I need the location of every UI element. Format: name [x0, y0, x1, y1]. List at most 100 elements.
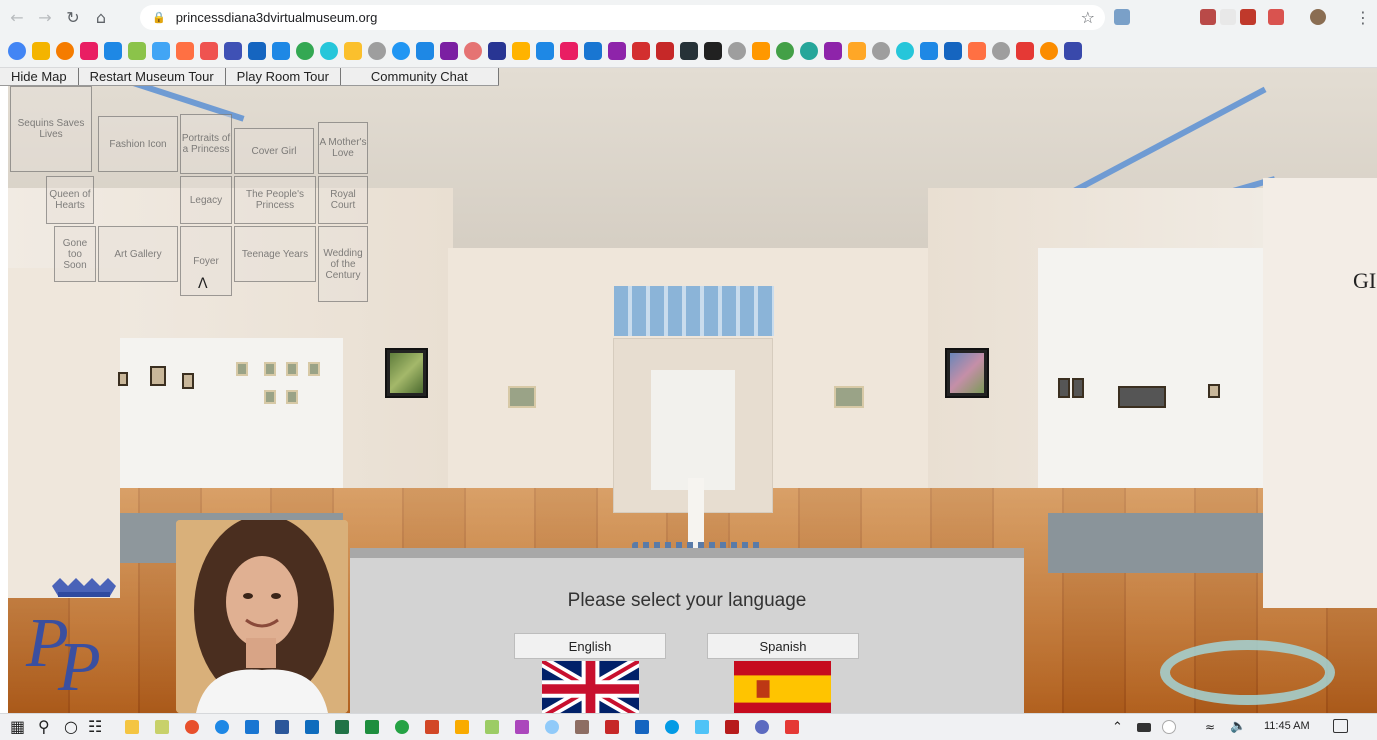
video-screen[interactable] [945, 348, 989, 398]
map-room-queen-of-hearts[interactable]: Queen of Hearts [46, 176, 94, 224]
bookmark-icon[interactable] [224, 41, 242, 60]
app-icon[interactable] [695, 720, 709, 734]
bookmark-icon[interactable] [680, 41, 698, 60]
bookmark-icon[interactable] [128, 41, 146, 60]
app-icon[interactable] [455, 720, 469, 734]
photo-frame[interactable] [1058, 378, 1070, 398]
notifications-icon[interactable] [1333, 719, 1348, 733]
painting[interactable] [308, 362, 320, 376]
bookmark-icon[interactable] [440, 41, 458, 60]
extension-icon[interactable] [1240, 9, 1256, 25]
bookmark-icon[interactable] [632, 41, 650, 60]
bookmark-icon[interactable] [392, 41, 410, 60]
wifi-icon[interactable]: ≈ [1205, 720, 1215, 734]
painting[interactable] [264, 362, 276, 376]
map-room-peoples-princess[interactable]: The People's Princess [234, 176, 316, 224]
more-menu-icon[interactable]: ⋮ [1352, 6, 1374, 28]
cortana-icon[interactable]: ○ [64, 717, 78, 736]
english-button[interactable]: English [514, 633, 666, 659]
bookmark-icon[interactable] [776, 41, 794, 60]
map-room-portraits[interactable]: Portraits of a Princess [180, 114, 232, 174]
map-room-legacy[interactable]: Legacy [180, 176, 232, 224]
bookmark-icon[interactable] [176, 41, 194, 60]
teleport-ring[interactable] [1160, 640, 1335, 705]
painting[interactable] [118, 372, 128, 386]
bookmark-icon[interactable] [968, 41, 986, 60]
map-room-sequins[interactable]: Sequins Saves Lives [10, 86, 92, 172]
museum-map[interactable]: Sequins Saves Lives Fashion Icon Portrai… [10, 86, 370, 306]
community-chat-button[interactable]: Community Chat [340, 68, 499, 85]
bookmark-icon[interactable] [416, 41, 434, 60]
video-screen[interactable] [385, 348, 428, 398]
bookmark-icon[interactable] [800, 41, 818, 60]
bookmark-icon[interactable] [200, 41, 218, 60]
map-room-fashion-icon[interactable]: Fashion Icon [98, 116, 178, 172]
map-room-mothers-love[interactable]: A Mother's Love [318, 122, 368, 174]
bookmark-icon[interactable] [1040, 41, 1058, 60]
app-icon[interactable] [725, 720, 739, 734]
photo-frame[interactable] [1072, 378, 1084, 398]
bookmark-icon[interactable] [560, 41, 578, 60]
bookmark-icon[interactable] [464, 41, 482, 60]
bookmark-icon[interactable] [368, 41, 386, 60]
map-room-wedding[interactable]: Wedding of the Century [318, 226, 368, 302]
painting[interactable] [236, 362, 248, 376]
bookmark-icon[interactable] [704, 41, 722, 60]
map-room-teenage-years[interactable]: Teenage Years [234, 226, 316, 282]
bookmark-icon[interactable] [920, 41, 938, 60]
bookmark-icon[interactable] [896, 41, 914, 60]
bookmark-icon[interactable] [848, 41, 866, 60]
uk-flag-icon[interactable] [542, 661, 639, 717]
bookmark-icon[interactable] [728, 41, 746, 60]
cloud-icon[interactable] [1162, 720, 1176, 734]
map-room-royal-court[interactable]: Royal Court [318, 176, 368, 224]
bookmark-icon[interactable] [584, 41, 602, 60]
painting[interactable] [182, 373, 194, 389]
bookmark-icon[interactable] [872, 41, 890, 60]
bookmark-icon[interactable] [608, 41, 626, 60]
forward-arrow-icon[interactable]: → [34, 6, 56, 28]
bookmark-icon[interactable] [1064, 41, 1082, 60]
bookmark-star-icon[interactable]: ☆ [1081, 8, 1095, 27]
bookmark-icon[interactable] [320, 41, 338, 60]
bookmark-icon[interactable] [272, 41, 290, 60]
app-icon[interactable] [785, 720, 799, 734]
restart-museum-tour-button[interactable]: Restart Museum Tour [78, 68, 226, 85]
photo-frame[interactable] [834, 386, 864, 408]
bookmark-icon[interactable] [944, 41, 962, 60]
app-icon[interactable] [485, 720, 499, 734]
search-icon[interactable]: ⚲ [38, 717, 50, 736]
bookmark-icon[interactable] [488, 41, 506, 60]
painting[interactable] [286, 362, 298, 376]
app-icon[interactable] [215, 720, 229, 734]
bookmark-icon[interactable] [512, 41, 530, 60]
photo-frame[interactable] [508, 386, 536, 408]
photo-frame[interactable] [1118, 386, 1166, 408]
hide-map-button[interactable]: Hide Map [0, 68, 79, 85]
app-icon[interactable] [755, 720, 769, 734]
bookmark-icon[interactable] [344, 41, 362, 60]
bookmark-icon[interactable] [752, 41, 770, 60]
spanish-button[interactable]: Spanish [707, 633, 859, 659]
map-room-cover-girl[interactable]: Cover Girl [234, 128, 314, 174]
extension-icon[interactable] [1200, 9, 1216, 25]
bookmark-icon[interactable] [152, 41, 170, 60]
bookmark-icon[interactable] [32, 41, 50, 60]
bookmark-icon[interactable] [80, 41, 98, 60]
reload-icon[interactable]: ↻ [62, 6, 84, 28]
extension-icon[interactable] [1220, 9, 1236, 25]
address-bar[interactable]: 🔒 princessdiana3dvirtualmuseum.org ☆ [140, 5, 1105, 30]
powerpoint-icon[interactable] [425, 720, 439, 734]
file-explorer-icon[interactable] [125, 720, 139, 734]
painting[interactable] [286, 390, 298, 404]
map-room-gone-too-soon[interactable]: Gone too Soon [54, 226, 96, 282]
bookmark-icon[interactable] [56, 41, 74, 60]
app-icon[interactable] [365, 720, 379, 734]
bookmark-icon[interactable] [248, 41, 266, 60]
extension-icon[interactable] [1114, 9, 1130, 25]
bookmark-icon[interactable] [536, 41, 554, 60]
bookmark-icon[interactable] [296, 41, 314, 60]
app-icon[interactable] [635, 720, 649, 734]
outlook-icon[interactable] [305, 720, 319, 734]
whatsapp-icon[interactable] [395, 720, 409, 734]
